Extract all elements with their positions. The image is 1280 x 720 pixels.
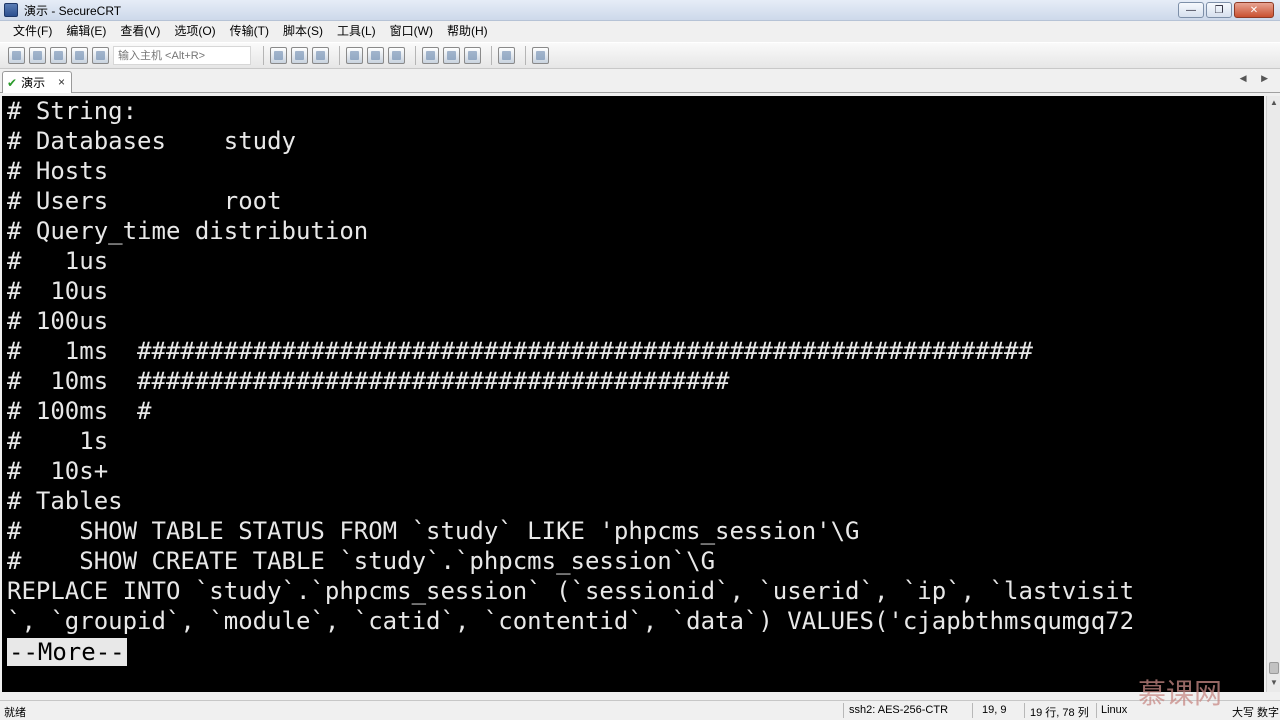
terminal-line: # 1us (7, 247, 109, 275)
status-cursor-position: 19, 9 (982, 704, 1007, 716)
terminal-line: # Query_time distribution (7, 217, 369, 245)
window-controls: — ❐ ✕ (1178, 2, 1274, 18)
status-terminal-size: 19 行, 78 列 (1030, 707, 1089, 719)
menu-help[interactable]: 帮助(H) (440, 21, 495, 42)
terminal-line: # Tables (7, 487, 123, 515)
status-bar: 就绪 ssh2: AES-256-CTR 19, 9 19 行, 78 列 Li… (0, 700, 1280, 720)
terminal-line: # Hosts (7, 157, 109, 185)
terminal-line: # 1s (7, 427, 109, 455)
minimize-button[interactable]: — (1178, 2, 1204, 18)
app-icon (4, 3, 18, 17)
terminal-line: `, `groupid`, `module`, `catid`, `conten… (7, 607, 1135, 635)
scroll-up-icon[interactable]: ▲ (1269, 98, 1279, 107)
status-os: Linux (1101, 704, 1128, 716)
menu-options[interactable]: 选项(O) (167, 21, 222, 42)
reconnect-icon[interactable] (71, 47, 88, 64)
sftp-icon[interactable] (532, 47, 549, 64)
connect-icon[interactable] (8, 47, 25, 64)
menu-script[interactable]: 脚本(S) (276, 21, 330, 42)
status-separator (1096, 703, 1097, 718)
title-bar: 演示 - SecureCRT — ❐ ✕ (0, 0, 1280, 21)
terminal-line: # Users root (7, 187, 282, 215)
toolbar-separator (339, 46, 340, 65)
terminal-line: REPLACE INTO `study`.`phpcms_session` (`… (7, 577, 1135, 605)
find-icon[interactable] (312, 47, 329, 64)
status-ready: 就绪 (4, 707, 26, 719)
tab-close-icon[interactable]: × (58, 75, 65, 89)
status-caps-lock: 大写 (1232, 707, 1254, 719)
terminal-line: # 100ms # (7, 397, 152, 425)
print-setup-icon[interactable] (367, 47, 384, 64)
status-cipher: ssh2: AES-256-CTR (849, 704, 949, 716)
status-separator (972, 703, 973, 718)
print-icon[interactable] (346, 47, 363, 64)
scroll-down-icon[interactable]: ▼ (1269, 678, 1279, 687)
keymap-icon[interactable] (464, 47, 481, 64)
toolbar-separator (263, 46, 264, 65)
session-tab-label: 演示 (21, 76, 46, 90)
terminal-line: # SHOW CREATE TABLE `study`.`phpcms_sess… (7, 547, 716, 575)
terminal-line: # 1ms ##################################… (7, 337, 1033, 365)
more-prompt: --More-- (7, 638, 127, 666)
paste-icon[interactable] (291, 47, 308, 64)
watermark-logo: 慕课网 (1138, 677, 1223, 710)
restore-button[interactable]: ❐ (1206, 2, 1232, 18)
menu-view[interactable]: 查看(V) (113, 21, 167, 42)
copy-icon[interactable] (270, 47, 287, 64)
terminal-line: # Databases study (7, 127, 296, 155)
terminal-line: # SHOW TABLE STATUS FROM `study` LIKE 'p… (7, 517, 860, 545)
quick-connect-icon[interactable] (29, 47, 46, 64)
toolbar-separator (491, 46, 492, 65)
menu-bar: 文件(F) 编辑(E) 查看(V) 选项(O) 传输(T) 脚本(S) 工具(L… (0, 21, 1280, 42)
terminal-line: # 100us (7, 307, 109, 335)
status-separator (1024, 703, 1025, 718)
session-tab[interactable]: ✔ 演示 × (2, 71, 72, 93)
status-num-lock: 数字 (1257, 707, 1279, 719)
menu-transfer[interactable]: 传输(T) (223, 21, 276, 42)
menu-edit[interactable]: 编辑(E) (59, 21, 113, 42)
terminal-line: # 10s+ (7, 457, 109, 485)
menu-tools[interactable]: 工具(L) (330, 21, 383, 42)
menu-file[interactable]: 文件(F) (6, 21, 59, 42)
global-options-icon[interactable] (443, 47, 460, 64)
terminal-line: # 10us (7, 277, 109, 305)
status-separator (843, 703, 844, 718)
tab-bar: ✔ 演示 × ◀ ▶ (0, 69, 1280, 93)
terminal-scrollbar[interactable]: ▲ ▼ (1266, 96, 1280, 692)
connected-check-icon: ✔ (7, 75, 18, 90)
connect-tab-icon[interactable] (50, 47, 67, 64)
tab-scroll-arrows[interactable]: ◀ ▶ (1240, 73, 1274, 84)
print-preview-icon[interactable] (388, 47, 405, 64)
scroll-thumb[interactable] (1269, 662, 1279, 674)
menu-window[interactable]: 窗口(W) (383, 21, 440, 42)
terminal-screen[interactable]: # String: # Databases study # Hosts # Us… (2, 96, 1264, 692)
disconnect-icon[interactable] (92, 47, 109, 64)
toolbar-separator (525, 46, 526, 65)
terminal-line: # 10ms #################################… (7, 367, 730, 395)
toolbar (0, 42, 1280, 69)
terminal-line: # String: (7, 97, 138, 125)
session-options-icon[interactable] (422, 47, 439, 64)
close-window-button[interactable]: ✕ (1234, 2, 1274, 18)
window-title: 演示 - SecureCRT (24, 3, 122, 18)
host-input[interactable] (113, 46, 251, 65)
help-icon[interactable] (498, 47, 515, 64)
toolbar-separator (415, 46, 416, 65)
